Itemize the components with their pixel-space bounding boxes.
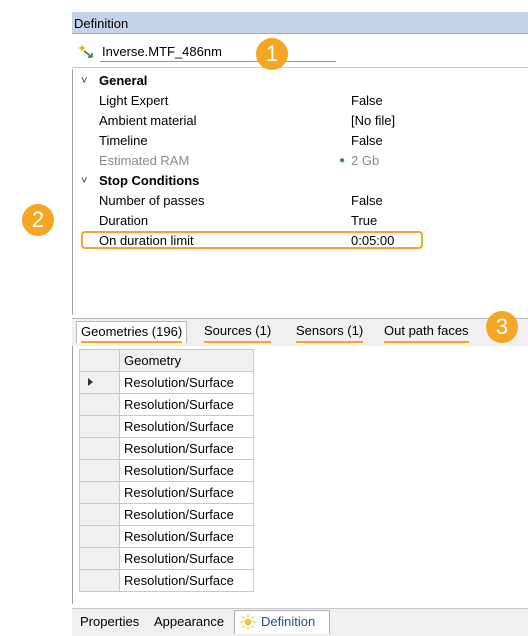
table-row[interactable]: Resolution/Surface: [79, 371, 254, 394]
category-stop-conditions[interactable]: ˅ Stop Conditions: [73, 171, 528, 191]
table-cell[interactable]: Resolution/Surface: [119, 371, 254, 394]
table-row[interactable]: Resolution/Surface: [79, 459, 254, 482]
bottom-tab-definition[interactable]: Definition: [234, 610, 330, 634]
property-label: Number of passes: [99, 193, 205, 208]
property-row-number-of-passes[interactable]: Number of passes False: [73, 191, 528, 211]
category-label: Stop Conditions: [99, 173, 200, 188]
geometry-tabs: Geometries (196) Sources (1) Sensors (1)…: [72, 318, 528, 346]
property-label: Duration: [99, 213, 149, 228]
table-cell[interactable]: Resolution/Surface: [119, 481, 254, 504]
table-row[interactable]: Resolution/Surface: [79, 503, 254, 526]
table-row[interactable]: Resolution/Surface: [79, 481, 254, 504]
table-cell[interactable]: Resolution/Surface: [119, 415, 254, 438]
category-general[interactable]: ˅ General: [73, 71, 528, 91]
property-label: On duration limit: [99, 233, 194, 248]
row-header[interactable]: [79, 415, 120, 438]
bottom-tab-bar: Properties Appearance Definition: [72, 608, 528, 636]
row-header[interactable]: [79, 481, 120, 504]
property-value[interactable]: 0:05:00: [351, 232, 394, 250]
property-label: Ambient material: [99, 113, 197, 128]
property-label: Timeline: [99, 133, 148, 148]
table-row[interactable]: Resolution/Surface: [79, 393, 254, 416]
info-icon: ●: [339, 155, 346, 166]
tab-underline: [296, 341, 364, 343]
table-cell[interactable]: Resolution/Surface: [119, 525, 254, 548]
tab-label: Out path faces: [384, 323, 469, 338]
tab-underline: [384, 341, 469, 343]
feature-name-input[interactable]: [100, 41, 336, 62]
tab-geometries[interactable]: Geometries (196): [76, 321, 188, 343]
property-value[interactable]: [No file]: [351, 112, 395, 130]
table-cell[interactable]: Resolution/Surface: [119, 459, 254, 482]
table-row[interactable]: Resolution/Surface: [79, 415, 254, 438]
callout-badge-2: 2: [22, 204, 54, 236]
bottom-tab-properties[interactable]: Properties: [80, 614, 139, 629]
property-grid: ˅ General Light Expert False Ambient mat…: [72, 69, 528, 315]
panel-header: Definition: [72, 12, 528, 34]
property-value: 2 Gb: [351, 153, 380, 168]
callout-badge-3: 3: [486, 311, 518, 343]
panel-title: Definition: [74, 16, 129, 31]
property-row-ambient-material[interactable]: Ambient material [No file]: [73, 111, 528, 131]
table-row[interactable]: Resolution/Surface: [79, 525, 254, 548]
property-value[interactable]: False: [351, 132, 383, 150]
sun-icon: [240, 614, 256, 630]
property-row-duration[interactable]: Duration True: [73, 211, 528, 231]
table-cell[interactable]: Resolution/Surface: [119, 437, 254, 460]
row-header[interactable]: [79, 437, 120, 460]
sparkle-arrow-icon: [78, 44, 93, 58]
bottom-tab-label: Definition: [261, 614, 316, 629]
property-label: Estimated RAM: [99, 153, 190, 168]
row-header[interactable]: [79, 503, 120, 526]
tab-label: Sources (1): [204, 323, 272, 338]
row-header-corner: [79, 349, 120, 372]
row-header[interactable]: [79, 547, 120, 570]
property-value[interactable]: True: [351, 212, 377, 230]
category-label: General: [99, 73, 148, 88]
row-pointer-icon: [88, 378, 93, 386]
row-header[interactable]: [79, 393, 120, 416]
tab-out-path-faces[interactable]: Out path faces: [380, 321, 473, 343]
geometry-table: Geometry Resolution/Surface Resolution/S…: [79, 349, 254, 592]
tab-sources[interactable]: Sources (1): [200, 321, 275, 343]
property-label: Light Expert: [99, 93, 169, 108]
table-row[interactable]: Resolution/Surface: [79, 569, 254, 592]
property-value[interactable]: False: [351, 192, 383, 210]
tab-underline: [81, 341, 183, 343]
table-cell[interactable]: Resolution/Surface: [119, 503, 254, 526]
table-cell[interactable]: Resolution/Surface: [119, 569, 254, 592]
tab-label: Sensors (1): [296, 323, 364, 338]
tab-label: Geometries (196): [81, 324, 183, 339]
table-cell[interactable]: Resolution/Surface: [119, 547, 254, 570]
table-header-row: Geometry: [79, 349, 254, 372]
row-header[interactable]: [79, 459, 120, 482]
bottom-tab-appearance[interactable]: Appearance: [154, 614, 224, 629]
geometry-table-area: Geometry Resolution/Surface Resolution/S…: [72, 346, 528, 604]
property-row-timeline[interactable]: Timeline False: [73, 131, 528, 151]
property-row-light-expert[interactable]: Light Expert False: [73, 91, 528, 111]
tab-sensors[interactable]: Sensors (1): [292, 321, 367, 343]
callout-badge-1: 1: [256, 38, 288, 70]
table-cell[interactable]: Resolution/Surface: [119, 393, 254, 416]
row-header[interactable]: [79, 569, 120, 592]
feature-name-row: [72, 34, 528, 68]
property-row-estimated-ram: Estimated RAM ● 2 Gb: [73, 151, 528, 171]
table-row[interactable]: Resolution/Surface: [79, 437, 254, 460]
property-value[interactable]: False: [351, 92, 383, 110]
row-header[interactable]: [79, 525, 120, 548]
property-row-on-duration-limit[interactable]: On duration limit 0:05:00: [73, 231, 528, 251]
row-header[interactable]: [79, 371, 120, 394]
chevron-down-icon[interactable]: ˅: [81, 172, 87, 190]
tab-underline: [204, 341, 272, 343]
table-row[interactable]: Resolution/Surface: [79, 547, 254, 570]
column-header-geometry[interactable]: Geometry: [119, 349, 254, 372]
chevron-down-icon[interactable]: ˅: [81, 72, 87, 90]
